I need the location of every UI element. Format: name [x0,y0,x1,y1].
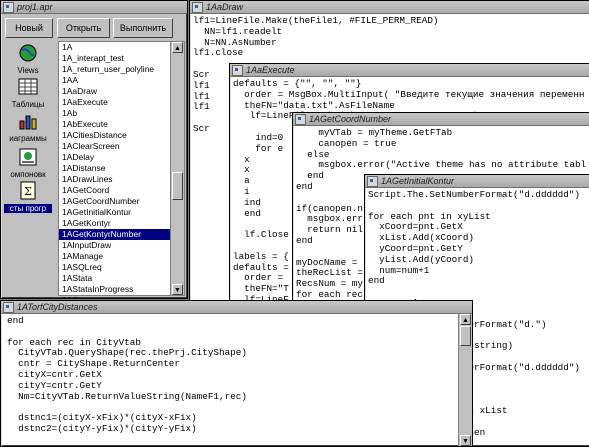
atorfcity-scrollbar[interactable]: ▲ ▼ [458,314,472,446]
svg-text:Σ: Σ [24,185,32,198]
agetinitialkontur-title: 1AGetInitialKontur [381,176,455,186]
script-list-item[interactable]: 1AGetKontyrNumber [59,229,184,240]
agetinitialkontur-titlebar[interactable]: 1AGetInitialKontur [365,175,589,188]
script-list-item[interactable]: 1ADistanse [59,163,184,174]
new-button[interactable]: Новый [5,18,53,38]
script-list-item[interactable]: 1AManage [59,251,184,262]
aaexecute-titlebar[interactable]: 1AaExecute [230,64,589,77]
script-list-item[interactable]: 1Ab [59,108,184,119]
tab-layouts[interactable]: омпоновк [4,147,52,179]
script-window-icon [192,1,203,13]
script-list-item[interactable]: 1AbExecute [59,119,184,130]
code-line: num=num+1 [368,264,430,276]
script-list-item[interactable]: 1AStep [59,295,184,298]
scroll-thumb[interactable] [460,326,471,346]
code-line: yList.Add(yCoord) [368,253,475,265]
open-button[interactable]: Открыть [57,18,110,38]
script-list-item[interactable]: 1AGetCoordNumber [59,196,184,207]
script-list-item[interactable]: 1AGetInitialKontur [59,207,184,218]
script-window-icon [295,113,306,125]
code-line: end [7,315,24,326]
code-line: cityY=cntr.GetY [7,379,102,391]
script-list-item[interactable]: 1ADrawLines [59,174,184,185]
code-line: order = MsgBox.MultiInput( "Введите теку… [233,88,585,100]
atorfcity-code[interactable]: end for each rec in CityVtab CityVTab.Qu… [1,314,472,435]
scroll-up-arrow-icon[interactable]: ▲ [460,314,471,325]
run-button[interactable]: Выполнить [113,18,173,38]
tab-tables-label: Таблицы [11,100,45,109]
script-list-item[interactable]: 1AStataInProgress [59,284,184,295]
code-line: N=NN.AsNumber [193,36,277,48]
aadraw-title: 1AaDraw [206,2,244,12]
script-icon: Σ [20,181,36,200]
script-list-item[interactable]: 1AaDraw [59,86,184,97]
tab-charts[interactable]: иаграммы [4,111,52,143]
tab-views-label: Views [17,66,39,75]
agetcoordnumber-titlebar[interactable]: 1AGetCoordNumber [293,113,589,126]
scroll-down-arrow-icon[interactable]: ▼ [172,284,183,295]
script-list-item[interactable]: 1AA [59,75,184,86]
table-icon [18,78,38,95]
code-line: Nm=CityVTab.ReturnValueString(NameF1,rec… [7,390,247,402]
script-list-items: 1A 1A_interapt_test 1A_return_user_polylin… [59,42,184,298]
tab-scripts[interactable]: Σ сты прогр [4,181,52,213]
tab-views[interactable]: Views [4,43,52,75]
tab-charts-label: иаграммы [9,134,47,143]
script-list[interactable]: 1A 1A_interapt_test 1A_return_user_polylin… [58,41,185,298]
tab-layouts-label: омпоновк [10,170,46,179]
atorfcity-titlebar[interactable]: 1ATorfCityDistances [1,301,472,314]
globe-icon [19,44,37,62]
aaexecute-title: 1AaExecute [246,65,295,75]
project-titlebar[interactable]: proj1.apr [1,1,187,14]
project-window: proj1.apr Новый Открыть Выполнить Views … [0,0,188,299]
script-list-item[interactable]: 1A [59,42,184,53]
chart-icon [19,115,37,130]
tab-tables[interactable]: Таблицы [4,77,52,109]
scroll-up-arrow-icon[interactable]: ▲ [172,42,183,53]
script-list-item[interactable]: 1AStata [59,273,184,284]
project-title: proj1.apr [17,2,53,12]
code-line: end [368,275,385,287]
script-window-icon [232,64,243,76]
atorfcity-title: 1ATorfCityDistances [17,302,98,312]
aadraw-titlebar[interactable]: 1AaDraw [190,1,589,14]
agetcoordnumber-title: 1AGetCoordNumber [309,114,392,124]
script-list-item[interactable]: 1AGetKontyr [59,218,184,229]
script-list-item[interactable]: 1ASQLreq [59,262,184,273]
code-line: NN=lf1.readelt [193,25,283,37]
code-line: dstnc2=(cityY-yFix)*(cityY-yFix) [7,422,197,434]
code-line: Script.The.SetNumberFormat("d.dddddd") [368,189,581,200]
script-window-icon [3,301,14,313]
script-list-item[interactable]: 1AInputDraw [59,240,184,251]
script-list-item[interactable]: 1AaExecute [59,97,184,108]
script-window-atorfcity: 1ATorfCityDistances end for each rec in … [0,300,473,447]
scroll-thumb[interactable] [172,172,183,200]
script-list-item[interactable]: 1A_return_user_polyline [59,64,184,75]
script-list-scrollbar[interactable]: ▲ ▼ [170,42,184,295]
script-list-item[interactable]: 1AGetCoord [59,185,184,196]
layout-icon [19,148,37,166]
project-window-icon [3,1,14,13]
code-line: lf1.close [193,47,244,59]
code-line: canopen = true [296,137,397,149]
code-line: msgbox.error("Active theme has no attrib… [296,159,587,171]
script-list-item[interactable]: 1ADelay [59,152,184,163]
tab-scripts-label: сты прогр [4,204,52,213]
script-window-icon [367,175,378,187]
scroll-down-arrow-icon[interactable]: ▼ [460,435,471,446]
script-list-item[interactable]: 1ACitiesDistance [59,130,184,141]
script-list-item[interactable]: 1AClearScreen [59,141,184,152]
script-list-item[interactable]: 1A_interapt_test [59,53,184,64]
